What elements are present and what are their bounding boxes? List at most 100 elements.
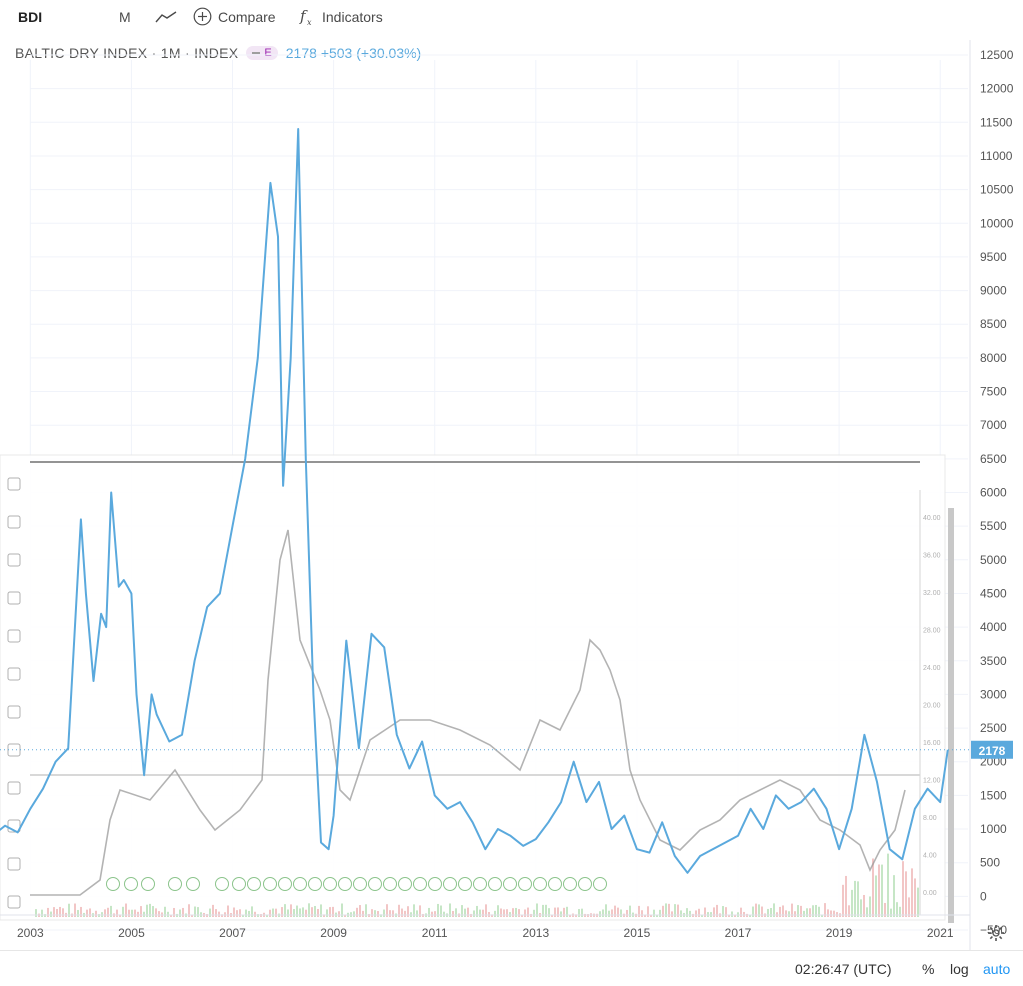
- overlay-volume-bar: [56, 909, 58, 917]
- overlay-event-marker: [548, 877, 562, 891]
- overlay-y-label: 4.00: [923, 853, 937, 860]
- y-tick-label: 5000: [980, 553, 1007, 567]
- overlay-volume-bar: [512, 908, 514, 917]
- overlay-volume-bar: [698, 908, 700, 917]
- overlay-volume-bar: [560, 911, 562, 917]
- y-tick-label: 11500: [980, 115, 1013, 129]
- overlay-volume-bar: [443, 911, 445, 917]
- y-tick-label: 4500: [980, 586, 1007, 600]
- overlay-volume-bar: [788, 911, 790, 917]
- overlay-y-label: 12.00: [923, 778, 941, 785]
- overlay-volume-bar: [767, 908, 769, 917]
- overlay-volume-bar: [158, 911, 160, 917]
- overlay-volume-bar: [53, 907, 55, 917]
- overlay-volume-bar: [44, 914, 46, 917]
- x-tick-label: 2021: [927, 926, 954, 940]
- overlay-volume-bar: [866, 907, 868, 917]
- overlay-volume-bar: [155, 908, 157, 917]
- overlay-volume-bar: [875, 875, 877, 917]
- overlay-volume-bar: [851, 889, 853, 917]
- overlay-volume-bar: [131, 909, 133, 917]
- overlay-volume-bar: [404, 910, 406, 917]
- percent-scale-toggle[interactable]: %: [922, 961, 934, 977]
- overlay-volume-bar: [827, 909, 829, 917]
- overlay-volume-bar: [872, 858, 874, 917]
- overlay-volume-bar: [770, 908, 772, 917]
- overlay-volume-bar: [89, 908, 91, 917]
- overlay-volume-bar: [617, 907, 619, 917]
- overlay-event-marker: [578, 877, 592, 891]
- overlay-volume-bar: [197, 907, 199, 917]
- overlay-y-label: 0.00: [923, 890, 937, 897]
- overlay-y-label: 28.00: [923, 628, 941, 635]
- overlay-volume-bar: [479, 909, 481, 917]
- overlay-y-label: 32.00: [923, 590, 941, 597]
- overlay-event-marker: [458, 877, 472, 891]
- x-tick-label: 2005: [118, 926, 145, 940]
- overlay-volume-bar: [830, 910, 832, 917]
- overlay-volume-bar: [329, 907, 331, 917]
- overlay-volume-bar: [401, 908, 403, 917]
- overlay-volume-bar: [533, 909, 535, 917]
- overlay-volume-bar: [878, 864, 880, 917]
- overlay-volume-bar: [587, 914, 589, 917]
- overlay-volume-bar: [611, 909, 613, 917]
- overlay-volume-bar: [494, 910, 496, 917]
- overlay-volume-bar: [578, 909, 580, 917]
- overlay-volume-bar: [599, 911, 601, 917]
- auto-scale-toggle[interactable]: auto: [983, 961, 1010, 977]
- overlay-y-label: 16.00: [923, 740, 941, 747]
- overlay-volume-bar: [653, 909, 655, 917]
- overlay-volume-bar: [740, 907, 742, 917]
- overlay-volume-bar: [854, 880, 856, 917]
- overlay-event-marker: [428, 877, 442, 891]
- overlay-event-marker: [368, 877, 382, 891]
- overlay-volume-bar: [857, 881, 859, 917]
- overlay-volume-bar: [47, 907, 49, 917]
- overlay-event-marker: [232, 877, 246, 891]
- overlay-volume-bar: [911, 868, 913, 917]
- overlay-volume-bar: [248, 910, 250, 917]
- y-tick-label: 1000: [980, 822, 1007, 836]
- overlay-volume-bar: [917, 887, 919, 917]
- chart-area[interactable]: 40.00 36.00 32.00 28.00 24.00 20.00 16.00 12.00…: [0, 0, 1023, 950]
- overlay-volume-bar: [455, 908, 457, 917]
- x-tick-label: 2009: [320, 926, 347, 940]
- overlay-volume-bar: [299, 908, 301, 917]
- log-scale-toggle[interactable]: log: [950, 961, 969, 977]
- overlay-y-label: 36.00: [923, 553, 941, 560]
- overlay-volume-bar: [239, 909, 241, 917]
- last-price-tag-label: 2178: [979, 744, 1006, 758]
- overlay-event-marker: [503, 877, 517, 891]
- overlay-event-marker: [278, 877, 292, 891]
- overlay-volume-bar: [785, 910, 787, 917]
- overlay-volume-bar: [236, 910, 238, 917]
- overlay-volume-bar: [215, 909, 217, 917]
- overlay-volume-bar: [548, 908, 550, 917]
- y-tick-label: 9500: [980, 250, 1007, 264]
- overlay-event-marker: [168, 877, 182, 891]
- price-axis[interactable]: 1250012000115001100010500100009500900085…: [969, 40, 1014, 950]
- overlay-volume-bar: [557, 907, 559, 917]
- overlay-volume-bar: [287, 909, 289, 917]
- overlay-volume-bar: [794, 911, 796, 917]
- y-tick-label: 8500: [980, 317, 1007, 331]
- overlay-volume-bar: [641, 910, 643, 917]
- overlay-volume-bar: [302, 907, 304, 917]
- overlay-y-label: 8.00: [923, 815, 937, 822]
- overlay-volume-bar: [902, 861, 904, 917]
- overlay-volume-bar: [581, 908, 583, 917]
- overlay-volume-bar: [209, 908, 211, 917]
- y-tick-label: 11000: [980, 149, 1013, 163]
- y-tick-label: 7000: [980, 418, 1007, 432]
- x-tick-label: 2003: [17, 926, 44, 940]
- overlay-volume-bar: [914, 878, 916, 917]
- overlay-y-label: 24.00: [923, 665, 941, 672]
- overlay-volume-bar: [206, 914, 208, 917]
- overlay-volume-bar: [671, 911, 673, 917]
- overlay-volume-bar: [689, 910, 691, 917]
- overlay-volume-bar: [305, 909, 307, 917]
- overlay-volume-bar: [98, 914, 100, 917]
- gear-icon[interactable]: [987, 924, 1005, 942]
- overlay-volume-bar: [887, 853, 889, 917]
